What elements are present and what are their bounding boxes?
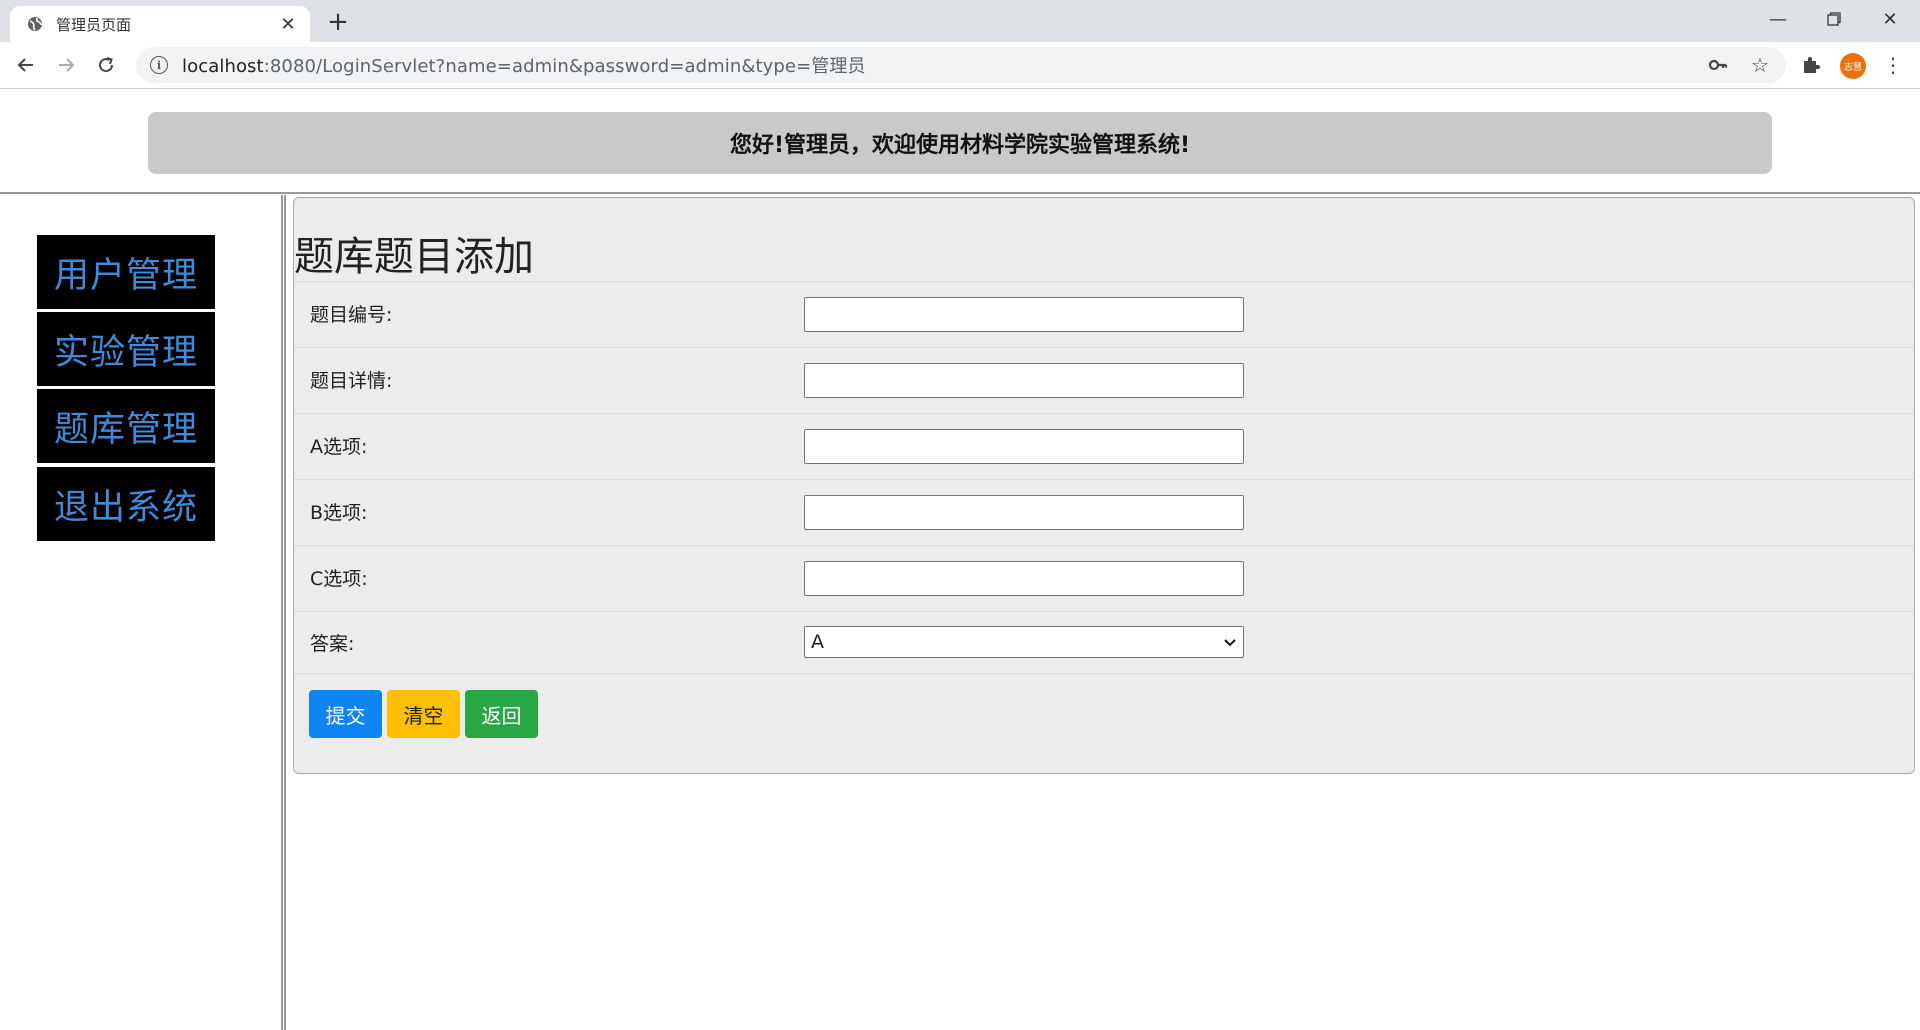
- question-id-input[interactable]: [804, 297, 1244, 332]
- sidebar: 用户管理 实验管理 题库管理 退出系统: [0, 195, 286, 1030]
- close-icon[interactable]: ✕: [276, 12, 300, 36]
- kebab-menu-icon[interactable]: ⋮: [1880, 52, 1906, 78]
- page-title: 题库题目添加: [294, 234, 534, 280]
- answer-selected-value: A: [811, 631, 824, 653]
- question-detail-input[interactable]: [804, 363, 1244, 398]
- question-detail-label: 题目详情:: [310, 370, 393, 392]
- close-window-icon[interactable]: ✕: [1862, 0, 1918, 38]
- browser-tab[interactable]: 管理员页面 ✕: [10, 6, 310, 42]
- minimize-icon[interactable]: —: [1750, 0, 1806, 38]
- clear-button[interactable]: 清空: [387, 690, 460, 738]
- url-text: localhost:8080/LoginServlet?name=admin&p…: [182, 56, 866, 77]
- answer-select[interactable]: A: [804, 626, 1244, 658]
- browser-tab-strip: 管理员页面 ✕ + — ✕: [0, 0, 1920, 42]
- chevron-down-icon: [1223, 631, 1237, 653]
- header: 您好!管理员，欢迎使用材料学院实验管理系统!: [0, 89, 1920, 194]
- tab-title: 管理员页面: [56, 15, 132, 34]
- sidebar-item-question-bank[interactable]: 题库管理: [37, 389, 215, 463]
- globe-icon: [26, 15, 44, 33]
- option-b-label: B选项:: [310, 502, 368, 524]
- address-bar[interactable]: i localhost:8080/LoginServlet?name=admin…: [136, 47, 1786, 83]
- reload-icon[interactable]: [92, 51, 120, 79]
- welcome-banner: 您好!管理员，欢迎使用材料学院实验管理系统!: [148, 112, 1772, 174]
- puzzle-icon[interactable]: [1798, 52, 1824, 78]
- question-id-label: 题目编号:: [310, 304, 393, 326]
- option-c-input[interactable]: [804, 561, 1244, 596]
- option-a-input[interactable]: [804, 429, 1244, 464]
- form-row-question-id: 题目编号:: [294, 281, 1914, 348]
- form-row-question-detail: 题目详情:: [294, 347, 1914, 414]
- back-button[interactable]: 返回: [465, 690, 538, 738]
- question-form-panel: 题库题目添加 题目编号: 题目详情: A选项: B选项: C选项: 答案: A …: [293, 197, 1915, 774]
- back-icon[interactable]: [12, 51, 40, 79]
- restore-icon[interactable]: [1806, 0, 1862, 38]
- submit-button[interactable]: 提交: [309, 690, 382, 738]
- sidebar-item-logout[interactable]: 退出系统: [37, 467, 215, 541]
- forward-icon[interactable]: [52, 51, 80, 79]
- star-icon[interactable]: ☆: [1748, 53, 1772, 77]
- option-c-label: C选项:: [310, 568, 368, 590]
- sidebar-item-experiment-management[interactable]: 实验管理: [37, 312, 215, 386]
- answer-label: 答案:: [310, 633, 355, 655]
- key-icon[interactable]: [1706, 53, 1730, 77]
- sidebar-item-user-management[interactable]: 用户管理: [37, 235, 215, 309]
- form-row-answer: 答案: A: [294, 611, 1914, 674]
- option-a-label: A选项:: [310, 436, 368, 458]
- plus-icon[interactable]: +: [324, 7, 352, 37]
- form-row-option-a: A选项:: [294, 413, 1914, 480]
- form-row-option-c: C选项:: [294, 545, 1914, 612]
- form-divider: [294, 673, 1914, 674]
- browser-toolbar: i localhost:8080/LoginServlet?name=admin…: [0, 42, 1920, 89]
- avatar[interactable]: 志慧: [1840, 53, 1866, 79]
- form-row-option-b: B选项:: [294, 479, 1914, 546]
- option-b-input[interactable]: [804, 495, 1244, 530]
- info-icon[interactable]: i: [150, 56, 168, 74]
